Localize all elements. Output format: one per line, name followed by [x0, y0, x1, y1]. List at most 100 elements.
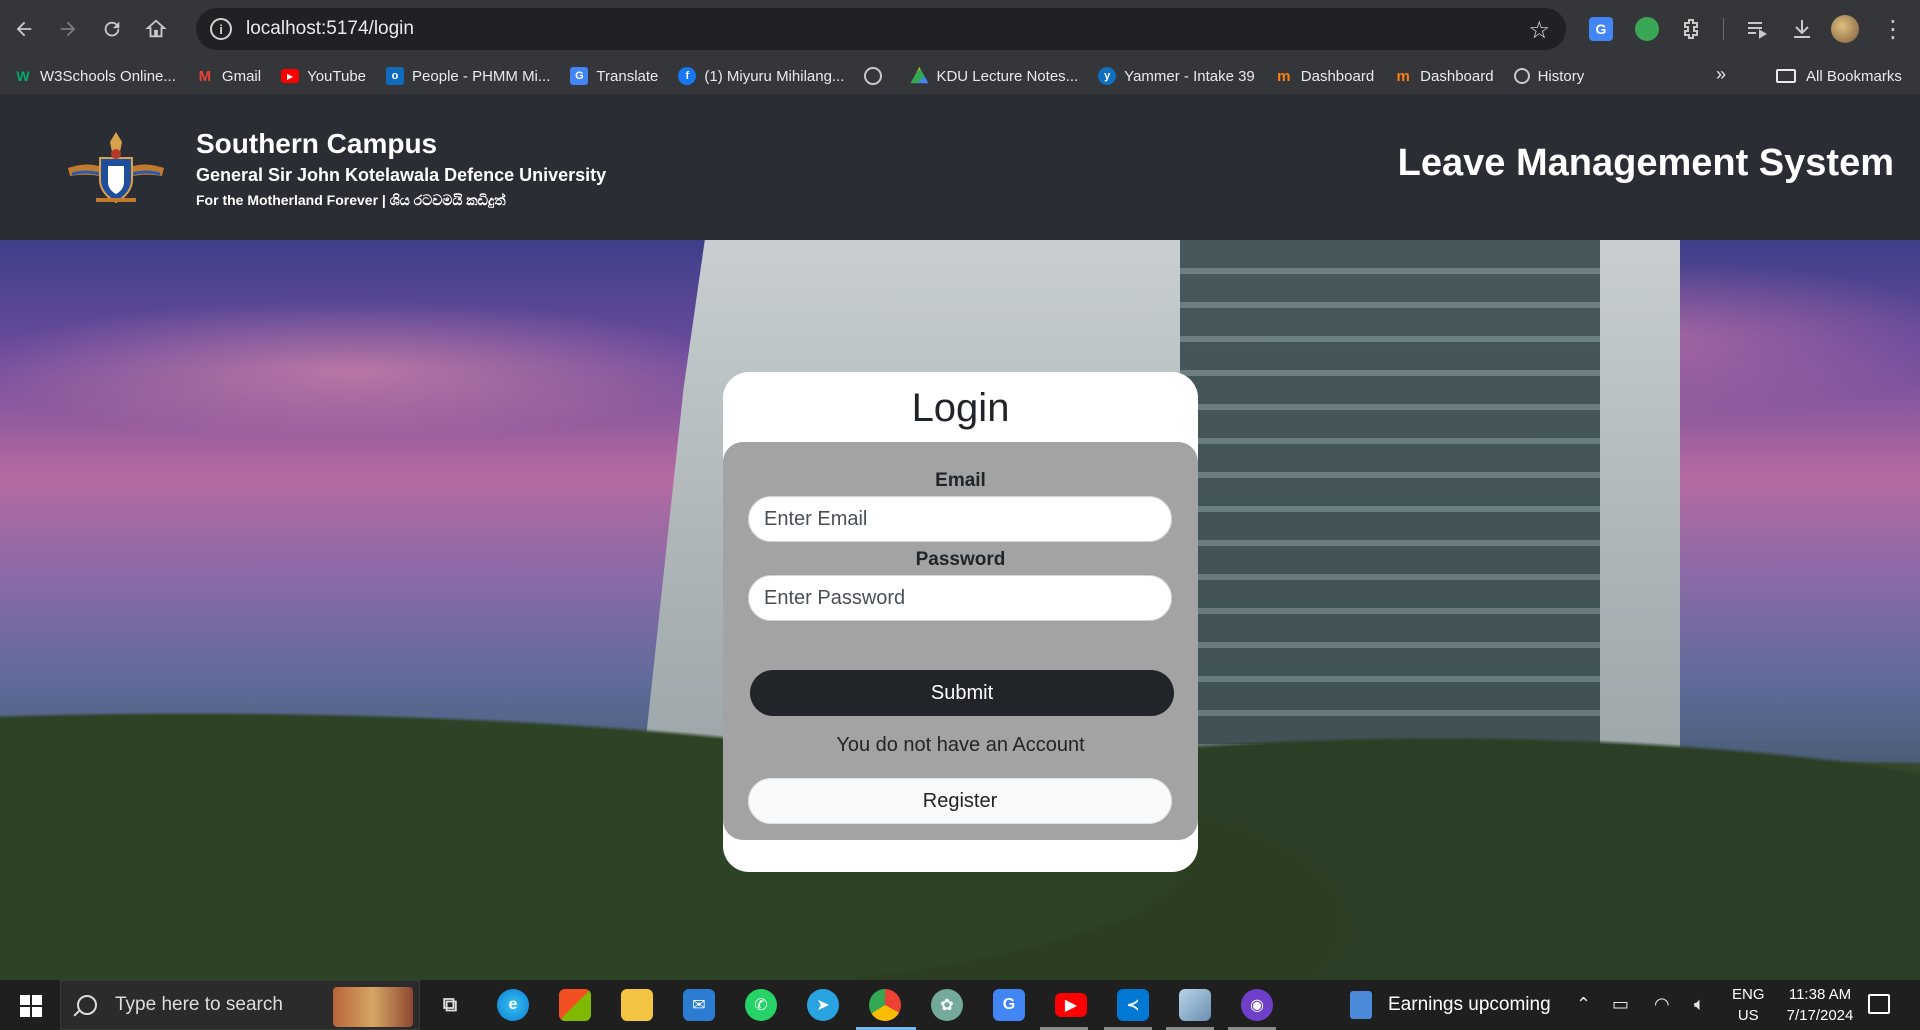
- bookmark-label: Dashboard: [1300, 67, 1375, 85]
- register-button[interactable]: Register: [748, 778, 1172, 824]
- reading-list-icon[interactable]: [1740, 12, 1774, 46]
- bookmark-yammer[interactable]: y Yammer - Intake 39: [1098, 67, 1255, 85]
- submit-button[interactable]: Submit: [750, 670, 1174, 716]
- news-widget[interactable]: Earnings upcoming: [1350, 980, 1551, 1030]
- university-name: General Sir John Kotelawala Defence Univ…: [196, 165, 607, 185]
- facebook-icon: f: [678, 67, 697, 85]
- download-icon[interactable]: [1785, 12, 1819, 46]
- search-highlight-image: [333, 987, 413, 1027]
- extensions-puzzle-icon[interactable]: [1674, 12, 1708, 46]
- wifi-icon[interactable]: ◠: [1654, 994, 1670, 1015]
- login-title: Login: [911, 386, 1010, 430]
- volume-icon[interactable]: 🔈︎: [1694, 994, 1705, 1015]
- password-input[interactable]: [748, 575, 1172, 621]
- chrome-icon[interactable]: [869, 989, 901, 1021]
- system-clock[interactable]: 11:38 AM 7/17/2024: [1772, 984, 1868, 1026]
- bookmark-gmail[interactable]: M Gmail: [196, 67, 261, 85]
- bookmark-label: History: [1537, 67, 1585, 85]
- url-text[interactable]: localhost:5174/login: [246, 18, 414, 40]
- bookmark-translate[interactable]: G Translate: [570, 67, 658, 85]
- edge-icon[interactable]: e: [497, 989, 529, 1021]
- green-extension-icon[interactable]: [1630, 12, 1664, 46]
- university-crest-logo: [68, 132, 164, 204]
- bookmark-label: Yammer - Intake 39: [1124, 67, 1255, 85]
- moodle-icon: m: [1396, 67, 1410, 85]
- bookmark-label: KDU Lecture Notes...: [936, 67, 1079, 85]
- task-view-icon[interactable]: ⧉: [434, 989, 466, 1021]
- bookmark-label: W3Schools Online...: [40, 67, 176, 85]
- language-code: ENG: [1732, 986, 1765, 1003]
- address-bar[interactable]: i localhost:5174/login ☆: [196, 8, 1566, 50]
- bookmark-label: Translate: [596, 67, 659, 85]
- bookmark-youtube[interactable]: ▶ YouTube: [281, 68, 366, 85]
- translate-icon: G: [570, 67, 589, 85]
- more-bookmarks-chevron-icon[interactable]: »: [1716, 64, 1726, 85]
- tray-chevron-up-icon[interactable]: ⌃: [1576, 994, 1591, 1015]
- whatsapp-icon[interactable]: ✆: [745, 989, 777, 1021]
- bookmark-facebook[interactable]: f (1) Miyuru Mihilang...: [678, 67, 844, 85]
- toolbar-divider: [1723, 18, 1724, 40]
- forward-icon[interactable]: [48, 9, 88, 49]
- browser-menu-icon[interactable]: ⋮: [1876, 12, 1910, 46]
- bookmark-people[interactable]: o People - PHMM Mi...: [386, 67, 550, 85]
- bookmark-label: People - PHMM Mi...: [412, 67, 551, 85]
- bookmark-label: YouTube: [307, 67, 367, 85]
- mail-icon[interactable]: ✉: [683, 989, 715, 1021]
- telegram-icon[interactable]: ➤: [807, 989, 839, 1021]
- windows-taskbar: Type here to search ⧉ e ✉ ✆ ➤ ✿ G ▶ ≺ ◉ …: [0, 980, 1920, 1030]
- news-document-icon: [1350, 991, 1372, 1019]
- drive-icon: [910, 67, 929, 84]
- search-icon: [77, 995, 97, 1015]
- bookmark-label: Dashboard: [1420, 67, 1494, 85]
- no-account-text: You do not have an Account: [836, 734, 1085, 756]
- profile-avatar[interactable]: [1828, 12, 1862, 46]
- bookmark-dashboard-2[interactable]: m Dashboard: [1394, 67, 1494, 85]
- bookmark-star-icon[interactable]: ☆: [1528, 16, 1550, 45]
- github-desktop-icon[interactable]: ◉: [1241, 989, 1273, 1021]
- all-bookmarks-button[interactable]: All Bookmarks: [1776, 58, 1902, 94]
- login-form: Email Password Submit You do not have an…: [723, 442, 1198, 840]
- site-info-icon[interactable]: i: [210, 18, 232, 40]
- youtube-app-icon[interactable]: ▶: [1055, 993, 1087, 1017]
- bookmark-dashboard-1[interactable]: m Dashboard: [1275, 67, 1374, 85]
- all-bookmarks-label: All Bookmarks: [1806, 67, 1902, 85]
- yammer-icon: y: [1098, 67, 1117, 85]
- clock-date: 7/17/2024: [1786, 1007, 1854, 1024]
- notepad-icon[interactable]: [1179, 989, 1211, 1021]
- chatgpt-icon[interactable]: ✿: [931, 989, 963, 1021]
- windows-start-icon[interactable]: [10, 990, 50, 1020]
- language-indicator[interactable]: ENG US: [1732, 984, 1765, 1026]
- microsoft-store-icon[interactable]: [559, 989, 591, 1021]
- w3schools-icon: W: [16, 68, 30, 84]
- back-icon[interactable]: [4, 9, 44, 49]
- notification-center-icon[interactable]: [1868, 994, 1890, 1014]
- youtube-icon: ▶: [281, 69, 300, 83]
- reload-icon[interactable]: [92, 9, 132, 49]
- bookmark-kdu-lecture-notes[interactable]: KDU Lecture Notes...: [910, 67, 1078, 85]
- bookmark-w3schools[interactable]: W W3Schools Online...: [14, 67, 176, 85]
- folder-icon: [1776, 69, 1796, 83]
- taskbar-search-box[interactable]: Type here to search: [60, 980, 420, 1030]
- browser-toolbar: i localhost:5174/login ☆ G ⋮: [0, 0, 1920, 58]
- gmail-icon: M: [198, 67, 212, 85]
- moodle-icon: m: [1277, 67, 1291, 85]
- translate-extension-icon[interactable]: G: [1584, 12, 1618, 46]
- bookmark-history[interactable]: History: [1513, 67, 1585, 85]
- site-header: Southern Campus General Sir John Kotelaw…: [0, 94, 1920, 240]
- history-icon: [1513, 68, 1530, 84]
- home-icon[interactable]: [136, 9, 176, 49]
- password-label: Password: [915, 549, 1006, 570]
- email-input[interactable]: [748, 496, 1172, 542]
- battery-icon[interactable]: ▭: [1612, 994, 1629, 1015]
- clock-time: 11:38 AM: [1788, 986, 1852, 1003]
- news-widget-text: Earnings upcoming: [1388, 994, 1551, 1015]
- file-explorer-icon[interactable]: [621, 989, 653, 1021]
- google-translate-icon[interactable]: G: [993, 989, 1025, 1021]
- login-card: Login Email Password Submit You do not h…: [723, 372, 1198, 872]
- bookmark-label: (1) Miyuru Mihilang...: [704, 67, 845, 85]
- region-code: US: [1737, 1007, 1759, 1024]
- bookmark-globe[interactable]: [864, 67, 890, 85]
- vscode-icon[interactable]: ≺: [1117, 989, 1149, 1021]
- globe-icon: [864, 67, 883, 85]
- university-motto: For the Motherland Forever | ශිය රටවමයි …: [196, 192, 506, 208]
